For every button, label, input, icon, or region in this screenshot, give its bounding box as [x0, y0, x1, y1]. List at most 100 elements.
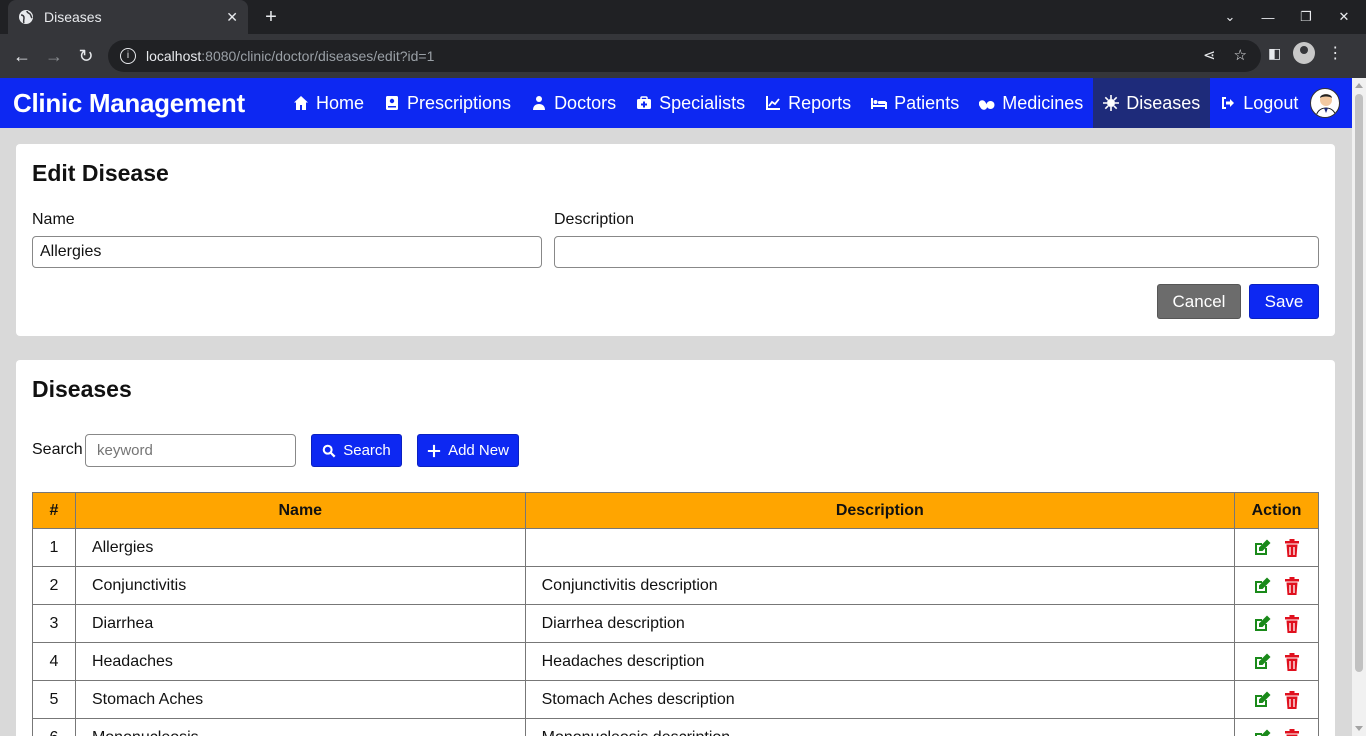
delete-icon[interactable] — [1282, 538, 1302, 558]
row-actions — [1234, 528, 1319, 567]
row-name: Mononucleosis — [74, 718, 526, 736]
name-input[interactable] — [32, 236, 542, 268]
nav-item-diseases[interactable]: Diseases — [1093, 78, 1211, 128]
side-panel-icon[interactable]: ◧ — [1268, 45, 1281, 62]
add-new-label: Add New — [448, 442, 509, 459]
row-name: Allergies — [74, 528, 526, 567]
search-button-label: Search — [343, 442, 391, 459]
nav-item-prescriptions[interactable]: Prescriptions — [374, 78, 521, 128]
url-host: localhost — [146, 48, 202, 64]
specialist-icon — [637, 96, 652, 109]
table-row: 2 Conjunctivitis Conjunctivitis descriptio… — [32, 566, 1319, 605]
description-label: Description — [554, 211, 635, 228]
delete-icon[interactable] — [1282, 652, 1302, 672]
column-header-number: # — [32, 492, 76, 529]
brand-title[interactable]: Clinic Management — [13, 88, 245, 119]
nav-item-specialists[interactable]: Specialists — [626, 78, 755, 128]
doctor-avatar-icon — [1315, 94, 1337, 117]
search-input[interactable] — [85, 434, 296, 467]
scroll-down-icon[interactable] — [1355, 726, 1363, 731]
menu-icon[interactable]: ⋮ — [1327, 43, 1343, 63]
pills-icon — [979, 100, 995, 110]
cancel-button[interactable]: Cancel — [1157, 284, 1241, 319]
browser-tab-strip: Diseases ✕ + ⌄ — ❐ ✕ — [0, 0, 1366, 34]
add-new-button[interactable]: Add New — [417, 434, 519, 467]
row-name: Headaches — [74, 642, 526, 681]
back-icon[interactable]: ← — [10, 44, 34, 68]
bed-icon — [871, 98, 888, 109]
nav-item-logout[interactable]: Logout — [1210, 78, 1308, 128]
description-input[interactable] — [554, 236, 1319, 268]
minimize-icon[interactable]: — — [1249, 10, 1287, 25]
nav-item-label: Specialists — [659, 92, 746, 113]
edit-icon[interactable] — [1252, 576, 1272, 596]
column-header-name: Name — [74, 492, 526, 529]
user-avatar[interactable] — [1310, 88, 1340, 118]
scroll-up-icon[interactable] — [1355, 83, 1363, 88]
row-description: Diarrhea description — [524, 604, 1236, 643]
delete-icon[interactable] — [1282, 614, 1302, 634]
search-button[interactable]: Search — [311, 434, 402, 467]
row-actions — [1234, 680, 1319, 719]
chart-icon — [766, 96, 781, 110]
save-button[interactable]: Save — [1249, 284, 1319, 319]
edit-icon[interactable] — [1252, 538, 1272, 558]
home-icon — [294, 96, 308, 110]
row-number: 6 — [32, 718, 76, 736]
prescription-icon — [386, 96, 399, 110]
search-label: Search — [32, 441, 83, 458]
share-icon[interactable]: ⋖ — [1203, 46, 1216, 64]
nav-item-medicines[interactable]: Medicines — [969, 78, 1093, 128]
logout-icon — [1222, 97, 1235, 109]
delete-icon[interactable] — [1282, 728, 1302, 736]
close-tab-icon[interactable]: ✕ — [226, 9, 238, 26]
table-row: 1 Allergies — [32, 528, 1319, 567]
bookmark-star-icon[interactable]: ☆ — [1234, 46, 1247, 64]
edit-icon[interactable] — [1252, 690, 1272, 710]
edit-icon[interactable] — [1252, 614, 1272, 634]
nav-item-label: Diseases — [1126, 92, 1201, 113]
row-actions — [1234, 718, 1319, 736]
profile-icon[interactable] — [1293, 42, 1316, 64]
nav-item-home[interactable]: Home — [283, 78, 374, 128]
edit-disease-card: Edit Disease Name Description Cancel Sav… — [16, 144, 1335, 336]
delete-icon[interactable] — [1282, 690, 1302, 710]
delete-icon[interactable] — [1282, 576, 1302, 596]
scrollbar-thumb[interactable] — [1355, 94, 1363, 672]
nav-item-label: Home — [316, 92, 365, 113]
site-info-icon[interactable]: i — [120, 48, 136, 64]
search-icon — [322, 444, 336, 457]
reload-icon[interactable]: ↻ — [74, 44, 98, 68]
nav-item-label: Medicines — [1002, 92, 1084, 113]
name-label: Name — [32, 211, 75, 228]
column-header-description: Description — [524, 492, 1236, 529]
maximize-icon[interactable]: ❐ — [1287, 9, 1325, 25]
virus-icon — [1103, 95, 1120, 111]
nav-item-patients[interactable]: Patients — [861, 78, 969, 128]
edit-icon[interactable] — [1252, 728, 1272, 736]
tab-search-icon[interactable]: ⌄ — [1211, 9, 1249, 25]
nav-item-label: Prescriptions — [407, 92, 512, 113]
row-description: Headaches description — [524, 642, 1236, 681]
close-window-icon[interactable]: ✕ — [1325, 9, 1363, 25]
row-description — [524, 528, 1236, 567]
browser-tab[interactable]: Diseases ✕ — [8, 0, 248, 34]
browser-toolbar: ← → ↻ i localhost:8080/clinic/doctor/dis… — [0, 34, 1366, 78]
table-row: 6MononucleosisMononucleosis description — [32, 718, 1319, 736]
page-scrollbar[interactable] — [1352, 78, 1366, 736]
app-navbar: Clinic Management Home Prescriptions Doc… — [0, 78, 1352, 128]
nav-item-reports[interactable]: Reports — [755, 78, 861, 128]
new-tab-icon[interactable]: + — [260, 6, 282, 28]
diseases-table: # Name Description Action 1 Allergies 2 Con… — [32, 492, 1319, 736]
forward-icon[interactable]: → — [42, 44, 66, 68]
row-name: Conjunctivitis — [74, 566, 526, 605]
row-description: Stomach Aches description — [524, 680, 1236, 719]
column-header-action: Action — [1234, 492, 1319, 529]
edit-icon[interactable] — [1252, 652, 1272, 672]
address-bar[interactable]: i localhost:8080/clinic/doctor/diseases/… — [108, 40, 1261, 72]
row-actions — [1234, 604, 1319, 643]
nav-item-doctors[interactable]: Doctors — [521, 78, 626, 128]
url-path: :8080/clinic/doctor/diseases/edit?id=1 — [201, 48, 435, 64]
nav-item-label: Doctors — [554, 92, 617, 113]
row-number: 2 — [32, 566, 76, 605]
